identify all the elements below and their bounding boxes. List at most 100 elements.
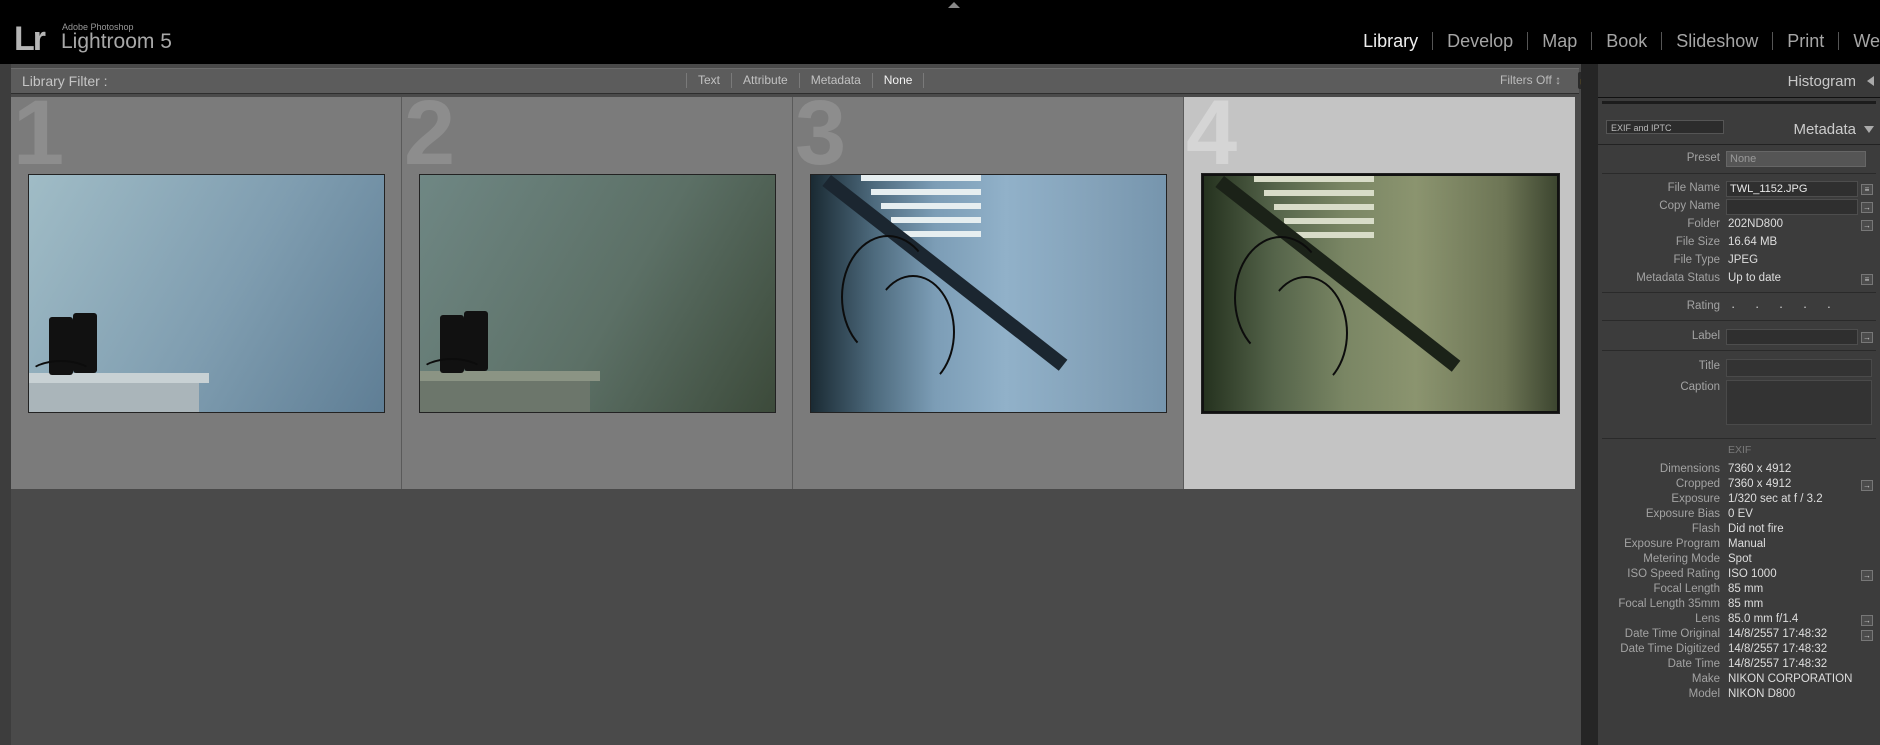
label-label: Label: [1691, 330, 1720, 342]
grid-cell[interactable]: 2: [402, 97, 793, 489]
file-size-value: 16.64 MB: [1728, 236, 1778, 248]
title-label: Title: [1698, 360, 1720, 372]
folder-label: Folder: [1687, 218, 1720, 230]
exif-label: Model: [1688, 688, 1720, 700]
file-name-field[interactable]: TWL_1152.JPG: [1726, 181, 1858, 197]
module-develop[interactable]: Develop: [1432, 32, 1527, 50]
photo-thumbnail[interactable]: [28, 174, 385, 413]
module-picker: Library Develop Map Book Slideshow Print…: [1349, 32, 1880, 50]
rename-icon[interactable]: ≡: [1861, 184, 1873, 195]
rating-label: Rating: [1686, 300, 1720, 312]
grid-cell[interactable]: 1: [11, 97, 402, 489]
module-library[interactable]: Library: [1349, 32, 1432, 50]
module-book[interactable]: Book: [1591, 32, 1661, 50]
exif-label: Lens: [1695, 613, 1720, 625]
filter-text[interactable]: Text: [686, 73, 731, 88]
file-type-value: JPEG: [1728, 254, 1759, 266]
filter-presets-dropdown[interactable]: Filters Off ↕: [1500, 73, 1561, 87]
metadata-status-icon[interactable]: ≡: [1861, 274, 1873, 285]
photo-thumbnail[interactable]: [419, 174, 776, 413]
caption-field[interactable]: [1726, 380, 1872, 425]
preset-label: Preset: [1686, 152, 1720, 164]
rating-stars[interactable]: · · · · ·: [1731, 299, 1839, 314]
file-name-row: File Name TWL_1152.JPG ≡: [1598, 181, 1880, 199]
rating-row: Rating · · · · ·: [1598, 299, 1880, 317]
copy-name-field[interactable]: [1726, 199, 1858, 215]
exif-label: Exposure Program: [1624, 538, 1720, 550]
left-panel-edge[interactable]: [0, 64, 11, 745]
collapse-arrow-icon[interactable]: [1864, 126, 1874, 133]
exif-value: 14/8/2557 17:48:32: [1728, 658, 1828, 670]
exif-value: 1/320 sec at f / 3.2: [1728, 493, 1823, 505]
library-filter-title: Library Filter :: [22, 73, 108, 89]
go-to-icon[interactable]: →: [1861, 202, 1873, 213]
module-web[interactable]: We: [1838, 32, 1880, 50]
exif-label: Date Time: [1667, 658, 1720, 670]
top-bar: Lr Adobe Photoshop Lightroom 5 Library D…: [0, 0, 1880, 64]
histogram-title: Histogram: [1787, 73, 1856, 90]
label-row: Label →: [1598, 329, 1880, 347]
collapse-top-panel-icon[interactable]: [948, 2, 960, 8]
exif-label: Dimensions: [1659, 463, 1720, 475]
exif-value: NIKON CORPORATION: [1728, 673, 1853, 685]
expand-arrow-icon[interactable]: [1867, 76, 1874, 86]
exif-label: Exposure Bias: [1645, 508, 1720, 520]
exif-row: Model NIKON D800: [1598, 687, 1880, 705]
metadata-status-row: Metadata Status Up to date ≡: [1598, 271, 1880, 289]
photo-thumbnail-selected[interactable]: [1201, 173, 1560, 414]
label-field[interactable]: [1726, 329, 1858, 345]
exif-value: 7360 x 4912: [1728, 478, 1792, 490]
exif-action-icon[interactable]: →: [1861, 480, 1873, 491]
divider: [1602, 173, 1876, 174]
caption-label: Caption: [1680, 381, 1720, 393]
app-name: Lightroom 5: [61, 30, 172, 53]
file-size-row: File Size 16.64 MB: [1598, 235, 1880, 253]
filter-metadata[interactable]: Metadata: [798, 73, 872, 88]
filter-none[interactable]: None: [871, 73, 925, 88]
grid-view: 1 2 3 4: [11, 97, 1579, 489]
exif-action-icon[interactable]: →: [1861, 630, 1873, 641]
module-slideshow[interactable]: Slideshow: [1661, 32, 1772, 50]
filter-attribute[interactable]: Attribute: [731, 73, 799, 88]
exif-action-icon[interactable]: →: [1861, 615, 1873, 626]
cell-index: 3: [795, 97, 847, 184]
metadata-set-dropdown[interactable]: EXIF and IPTC: [1606, 120, 1724, 134]
exif-value: 7360 x 4912: [1728, 463, 1792, 475]
copy-name-label: Copy Name: [1659, 200, 1720, 212]
exif-value: 14/8/2557 17:48:32: [1728, 628, 1828, 640]
preset-dropdown[interactable]: None: [1726, 151, 1866, 167]
exif-action-icon[interactable]: →: [1861, 570, 1873, 581]
copy-name-row: Copy Name →: [1598, 199, 1880, 217]
file-type-label: File Type: [1673, 254, 1720, 266]
exif-value: ISO 1000: [1728, 568, 1777, 580]
exif-label: Focal Length: [1653, 583, 1721, 595]
preset-row: Preset None: [1598, 151, 1880, 169]
exif-value: 85 mm: [1728, 583, 1764, 595]
lightroom-logo: Lr: [14, 20, 46, 58]
metadata-title[interactable]: Metadata: [1793, 121, 1856, 138]
exif-value: 85 mm: [1728, 598, 1764, 610]
divider: [1602, 350, 1876, 351]
grid-cell-selected[interactable]: 4: [1184, 97, 1575, 489]
cell-index: 4: [1186, 97, 1238, 184]
exif-header: EXIF: [1728, 444, 1752, 456]
exif-value: 14/8/2557 17:48:32: [1728, 643, 1828, 655]
library-filter-bar: Library Filter : Text Attribute Metadata…: [11, 68, 1592, 94]
module-print[interactable]: Print: [1772, 32, 1838, 50]
grid-cell[interactable]: 3: [793, 97, 1184, 489]
right-panel: Histogram EXIF and IPTC Metadata Preset …: [1598, 64, 1880, 745]
divider: [1602, 438, 1876, 439]
exif-value: NIKON D800: [1728, 688, 1796, 700]
exif-value: 0 EV: [1728, 508, 1753, 520]
label-menu-icon[interactable]: →: [1861, 332, 1873, 343]
exif-label: Exposure: [1671, 493, 1720, 505]
photo-thumbnail[interactable]: [810, 174, 1167, 413]
cell-index: 2: [404, 97, 456, 184]
go-to-folder-icon[interactable]: →: [1861, 220, 1873, 231]
module-map[interactable]: Map: [1527, 32, 1591, 50]
histogram-header[interactable]: Histogram: [1598, 64, 1880, 98]
exif-value: Did not fire: [1728, 523, 1784, 535]
title-field[interactable]: [1726, 359, 1872, 377]
file-name-label: File Name: [1667, 182, 1720, 194]
exif-label: Date Time Original: [1624, 628, 1720, 640]
